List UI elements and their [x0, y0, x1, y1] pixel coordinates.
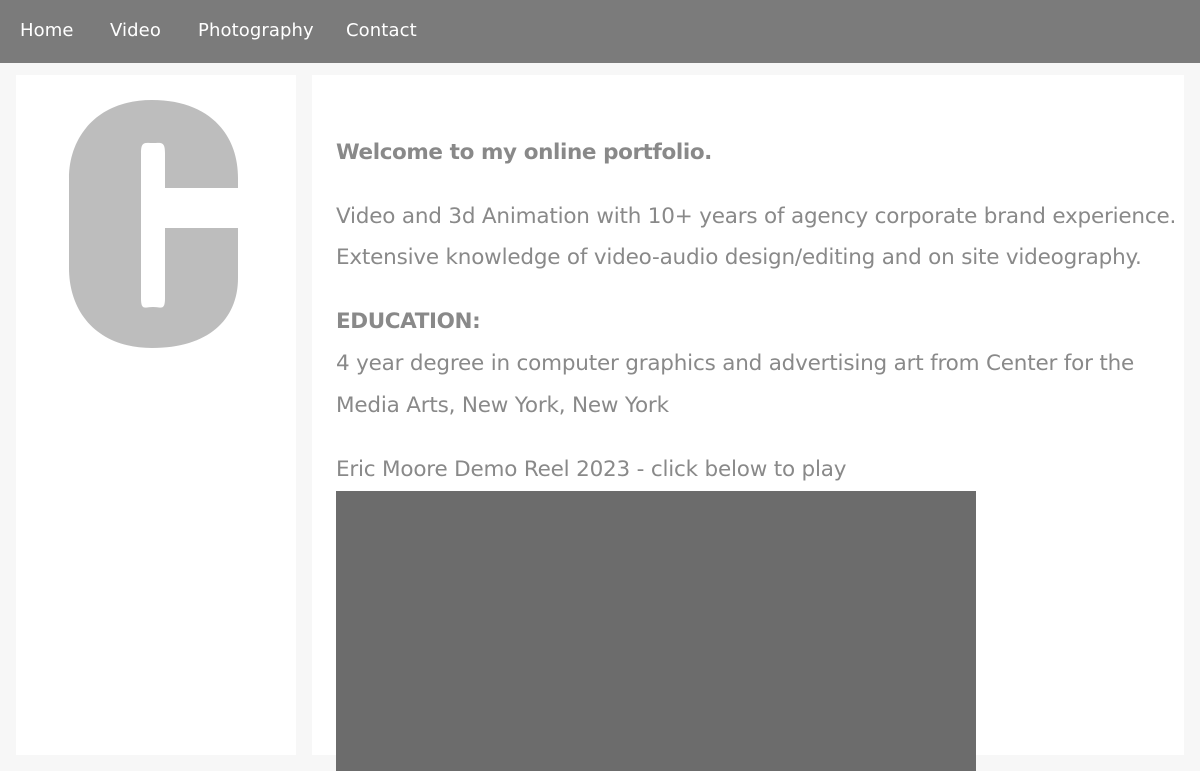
intro-line-2: Extensive knowledge of video-audio desig… — [336, 245, 1142, 270]
nav-photography-link[interactable]: Photography — [198, 19, 314, 43]
welcome-heading: Welcome to my online portfolio. — [336, 140, 712, 165]
intro-line-1: Video and 3d Animation with 10+ years of… — [336, 204, 1177, 229]
nav-video-link[interactable]: Video — [110, 19, 161, 43]
nav-home-link[interactable]: Home — [20, 19, 74, 43]
top-navigation: Home Video Photography Contact — [0, 0, 1200, 63]
demo-reel-video-player[interactable] — [336, 491, 976, 771]
education-line-2: Media Arts, New York, New York — [336, 393, 669, 418]
portfolio-logo: eric moore portfolio — [69, 100, 238, 348]
main-content: Welcome to my online portfolio. Video an… — [312, 75, 1184, 771]
sidebar: eric moore portfolio — [16, 75, 296, 755]
logo-text: eric moore portfolio — [143, 214, 227, 225]
education-line-1: 4 year degree in computer graphics and a… — [336, 351, 1135, 376]
demo-reel-caption: Eric Moore Demo Reel 2023 - click below … — [336, 457, 847, 482]
nav-contact-link[interactable]: Contact — [346, 19, 417, 43]
education-heading: EDUCATION: — [336, 309, 481, 334]
